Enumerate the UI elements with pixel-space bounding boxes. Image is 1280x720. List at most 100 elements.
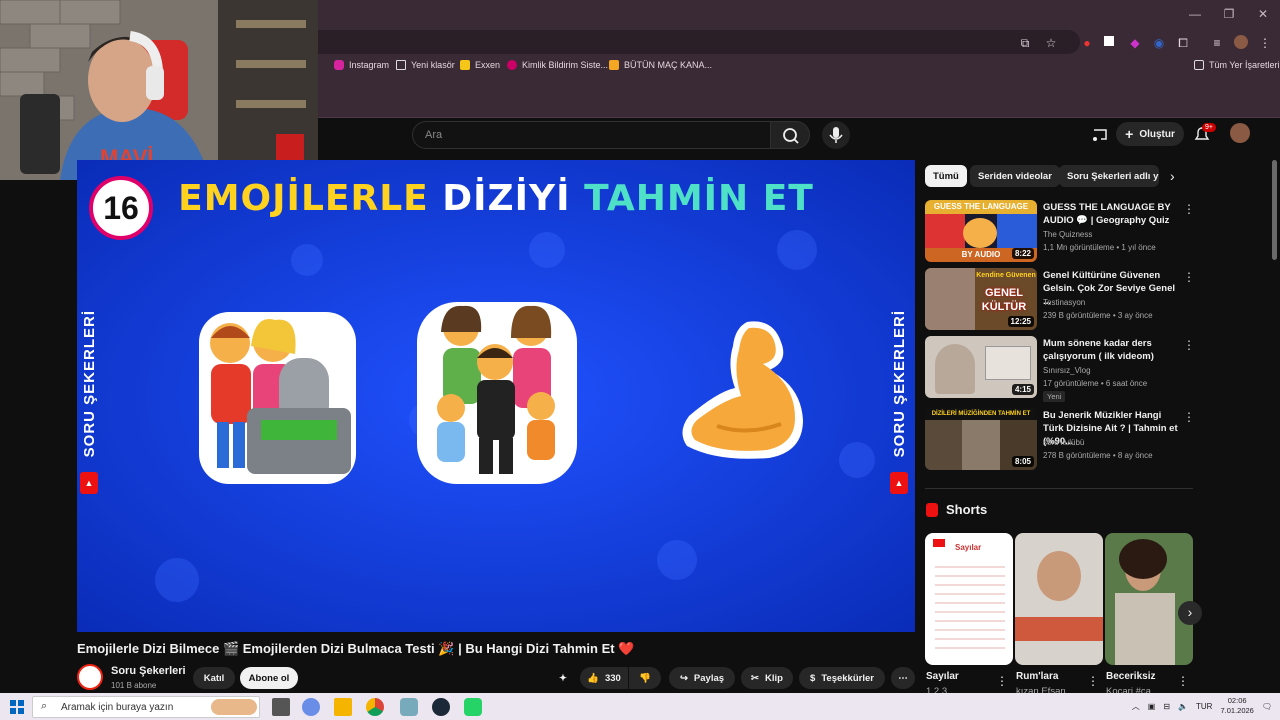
app-tray-icon[interactable]: ▣ [1148,702,1156,711]
like-button[interactable]: 👍 330 [580,667,628,689]
join-button[interactable]: Katıl [193,667,235,689]
address-bar[interactable]: ⧉ ☆ [300,30,1080,54]
chip-channel[interactable]: Soru Şekerleri adlı yü [1059,165,1159,187]
channel-avatar[interactable] [77,664,103,690]
short-title[interactable]: Rum'lara [1016,671,1058,682]
recommendation-meta: 278 B görüntüleme • 8 ay önce [1043,451,1153,460]
search-input[interactable]: Ara [412,121,770,149]
shorts-next-button[interactable]: › [1178,601,1202,625]
puzzle-icon[interactable]: ⧠ [1176,36,1190,50]
steam-icon[interactable] [432,698,450,716]
recommendation-channel[interactable]: Sınırsız_Vlog [1043,366,1091,375]
install-icon[interactable]: ⧉ [1018,36,1032,50]
plus-icon: + [1125,126,1134,142]
share-button[interactable]: ↪ Paylaş [669,667,735,689]
whatsapp-icon[interactable] [464,698,482,716]
video-thumbnail[interactable]: 4:15 [925,336,1037,398]
dislike-button[interactable]: 👎 [629,667,661,689]
more-vert-icon[interactable]: ⋮ [1183,202,1195,216]
recommendation-title[interactable]: Mum sönene kadar ders çalışıyorum ( ilk … [1043,337,1181,363]
bookmark-instagram[interactable]: Instagram [334,60,389,70]
video-thumbnail[interactable]: GUESS THE LANGUAGE BY AUDIO 8:22 [925,200,1037,262]
recommendation-channel[interactable]: The Quizness [1043,230,1092,239]
clip-button[interactable]: ✂ Klip [741,667,793,689]
bookmark-exxen[interactable]: Exxen [460,60,500,70]
extension-icon[interactable]: ● [1080,36,1094,50]
close-icon[interactable]: ✕ [1246,0,1280,28]
short-thumbnail[interactable]: Sayılar [925,533,1013,665]
copilot-icon[interactable] [302,698,320,716]
recommendation-item[interactable]: Kendine Güvenen GENEL KÜLTÜR 12:25 Genel… [925,268,1195,330]
mac-icon [609,60,619,70]
account-avatar[interactable] [1230,123,1250,143]
volume-icon[interactable]: 🔈 [1178,702,1188,711]
bookmark-star-icon[interactable]: ☆ [1044,36,1058,50]
more-vert-icon[interactable]: ⋮ [1183,338,1195,352]
chevron-right-icon[interactable]: › [1170,168,1175,184]
profile-avatar[interactable] [1234,35,1248,49]
recommendation-item[interactable]: 4:15 Mum sönene kadar ders çalışıyorum (… [925,336,1195,402]
reading-list-icon[interactable]: ≡ [1210,36,1224,50]
bookmark-folder[interactable]: Yeni klasör [396,60,455,70]
short-title[interactable]: Beceriksiz [1106,671,1155,682]
more-actions-button[interactable]: ⋯ [891,667,915,689]
shorts-heading: Shorts [926,502,987,517]
all-bookmarks[interactable]: Tüm Yer İşaretleri [1194,60,1280,70]
more-vert-icon[interactable]: ⋮ [1183,270,1195,284]
extension-icon[interactable]: ◉ [1152,36,1166,50]
chip-all[interactable]: Tümü [925,165,967,187]
thanks-button[interactable]: $ Teşekkürler [799,667,885,689]
short-thumbnail[interactable] [1015,533,1103,665]
extension-icon[interactable]: ◆ [1128,36,1142,50]
menu-kebab-icon[interactable]: ⋮ [1258,36,1272,50]
flexed-biceps-emoji [682,321,803,459]
language-indicator[interactable]: TUR [1196,702,1212,711]
recommendation-meta: 239 B görüntüleme • 3 ay önce [1043,311,1153,320]
chrome-icon[interactable] [366,698,384,716]
share-icon: ↪ [679,672,688,684]
file-explorer-icon[interactable] [334,698,352,716]
bookmark-mac-kanal[interactable]: BÜTÜN MAÇ KANA... [609,60,712,70]
task-view-icon[interactable] [272,698,290,716]
create-button[interactable]: + Oluştur [1116,122,1184,146]
network-icon[interactable]: ⊟ [1163,702,1170,711]
youtube-logo-icon: ▲ [890,472,908,494]
search-button[interactable] [770,121,810,149]
recommendation-channel[interactable]: Testinasyon [1043,298,1085,307]
video-thumbnail[interactable]: Kendine Güvenen GENEL KÜLTÜR 12:25 [925,268,1037,330]
chip-series[interactable]: Seriden videolar [970,165,1060,187]
search-placeholder: Ara [425,129,443,141]
thumbs-down-icon: 👎 [639,672,651,684]
more-vert-icon[interactable]: ⋮ [996,674,1008,688]
more-vert-icon[interactable]: ⋮ [1177,674,1189,688]
recommendation-item[interactable]: GUESS THE LANGUAGE BY AUDIO 8:22 GUESS T… [925,200,1195,262]
recommendation-item[interactable]: DİZİLERİ MÜZİĞİNDEN TAHMİN ET 8:05 Bu Je… [925,408,1195,470]
side-brand-left: SORU ŞEKERLERİ [81,310,98,458]
restore-icon[interactable]: ❐ [1212,0,1246,28]
more-vert-icon[interactable]: ⋮ [1087,674,1099,688]
clock[interactable]: 02:06 7.01.2026 [1220,696,1253,716]
recommendation-title[interactable]: GUESS THE LANGUAGE BY AUDIO 💬 | Geograph… [1043,201,1181,227]
gift-icon[interactable]: ✦ [552,667,574,689]
bookmark-kimlik[interactable]: Kimlik Bildirim Siste... [507,60,608,70]
taskbar-search[interactable]: ⌕ Aramak için buraya yazın [32,696,260,718]
voice-search-button[interactable] [822,121,850,149]
more-vert-icon[interactable]: ⋮ [1183,410,1195,424]
windows-start-icon[interactable] [8,698,26,716]
search-icon: ⌕ [41,700,48,712]
short-thumbnail[interactable] [1105,533,1193,665]
video-thumbnail[interactable]: DİZİLERİ MÜZİĞİNDEN TAHMİN ET 8:05 [925,408,1037,470]
short-title[interactable]: Sayılar [926,671,959,682]
app-icon[interactable] [400,698,418,716]
video-player[interactable]: 16 EMOJİLERLE DİZİYİ TAHMİN ET SORU ŞEKE… [77,160,915,632]
notification-icon[interactable]: 🗨 [1262,702,1272,711]
recommendation-channel[interactable]: soru kulübü [1043,438,1084,447]
minimize-icon[interactable]: — [1178,0,1212,28]
video-title: Emojilerle Dizi Bilmece 🎬 Emojilerden Di… [77,641,635,656]
cast-icon[interactable] [1092,126,1108,142]
channel-name[interactable]: Soru Şekerleri [111,665,186,677]
subscribe-button[interactable]: Abone ol [240,667,298,689]
chevron-up-icon[interactable]: ︿ [1132,701,1140,712]
extension-icon[interactable] [1104,36,1114,46]
page-scrollbar[interactable] [1272,160,1277,260]
